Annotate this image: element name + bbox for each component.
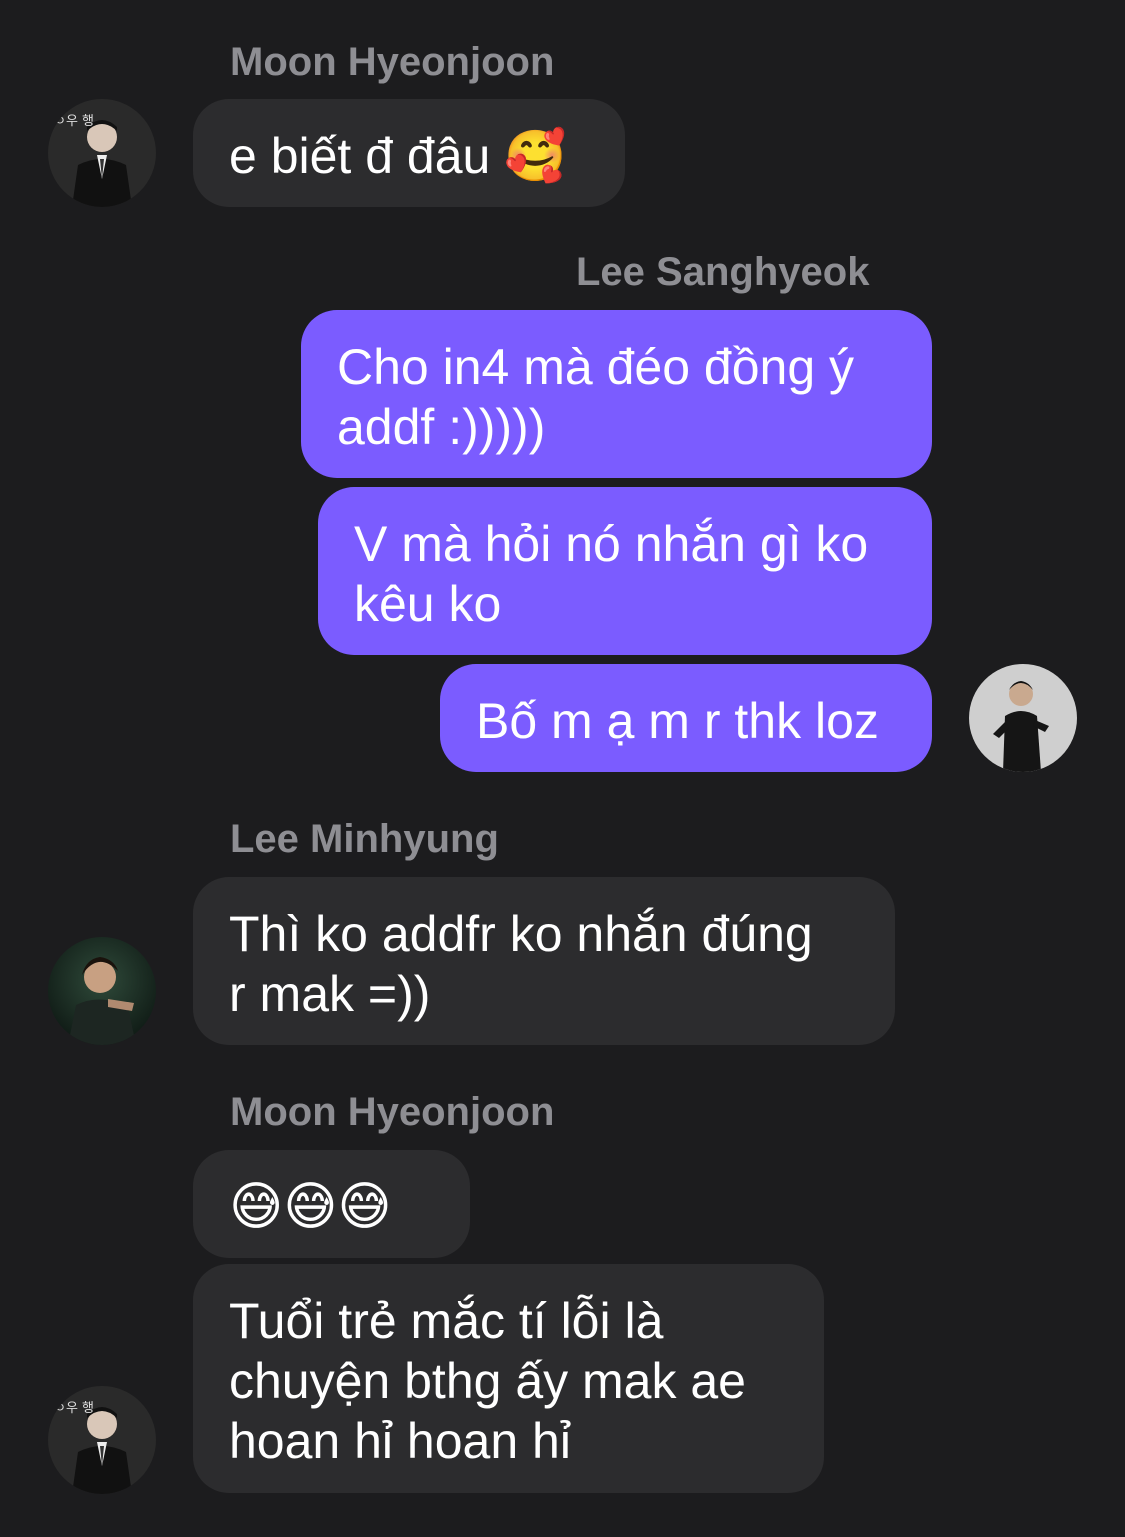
message-text: chuyện bthg ấy mak ae [229, 1353, 746, 1409]
message-text: hoan hỉ hoan hỉ [229, 1413, 571, 1469]
message-text: 😅😅😅 [229, 1177, 392, 1237]
message-text: Cho in4 mà đéo đồng ý [337, 339, 855, 395]
message-text: kêu ko [354, 576, 502, 632]
sender-name: Moon Hyeonjoon [230, 40, 555, 84]
avatar-lee-sanghyeok[interactable] [969, 664, 1077, 772]
message-text: V mà hỏi nó nhắn gì ko [354, 516, 869, 572]
message-text: e biết đ đâu 🥰 [229, 128, 567, 184]
message-text: Tuổi trẻ mắc tí lỗi là [229, 1293, 664, 1349]
sender-name: Lee Minhyung [230, 817, 499, 861]
message-text: r mak =)) [229, 966, 431, 1022]
avatar-moon-hyeonjoon[interactable]: ㅇ우 행 [48, 99, 156, 207]
message-bubble-outgoing[interactable]: Bố m ạ m r thk loz [440, 664, 932, 772]
sender-name: Moon Hyeonjoon [230, 1090, 555, 1134]
message-bubble-incoming[interactable]: e biết đ đâu 🥰 [193, 99, 625, 207]
message-text: Bố m ạ m r thk loz [476, 693, 879, 749]
svg-text:ㅇ우 행: ㅇ우 행 [54, 1400, 94, 1416]
svg-text:ㅇ우 행: ㅇ우 행 [54, 113, 94, 129]
message-bubble-outgoing[interactable]: Cho in4 mà đéo đồng ý addf :))))) [301, 310, 932, 478]
message-bubble-incoming[interactable]: 😅😅😅 [193, 1150, 470, 1258]
message-text: Thì ko addfr ko nhắn đúng [229, 906, 813, 962]
avatar-lee-minhyung[interactable] [48, 937, 156, 1045]
message-bubble-incoming[interactable]: Thì ko addfr ko nhắn đúng r mak =)) [193, 877, 895, 1045]
message-bubble-incoming[interactable]: Tuổi trẻ mắc tí lỗi là chuyện bthg ấy ma… [193, 1264, 824, 1493]
message-text: addf :))))) [337, 399, 546, 455]
message-bubble-outgoing[interactable]: V mà hỏi nó nhắn gì ko kêu ko [318, 487, 932, 655]
avatar-moon-hyeonjoon[interactable]: ㅇ우 행 [48, 1386, 156, 1494]
sender-name: Lee Sanghyeok [576, 250, 870, 294]
